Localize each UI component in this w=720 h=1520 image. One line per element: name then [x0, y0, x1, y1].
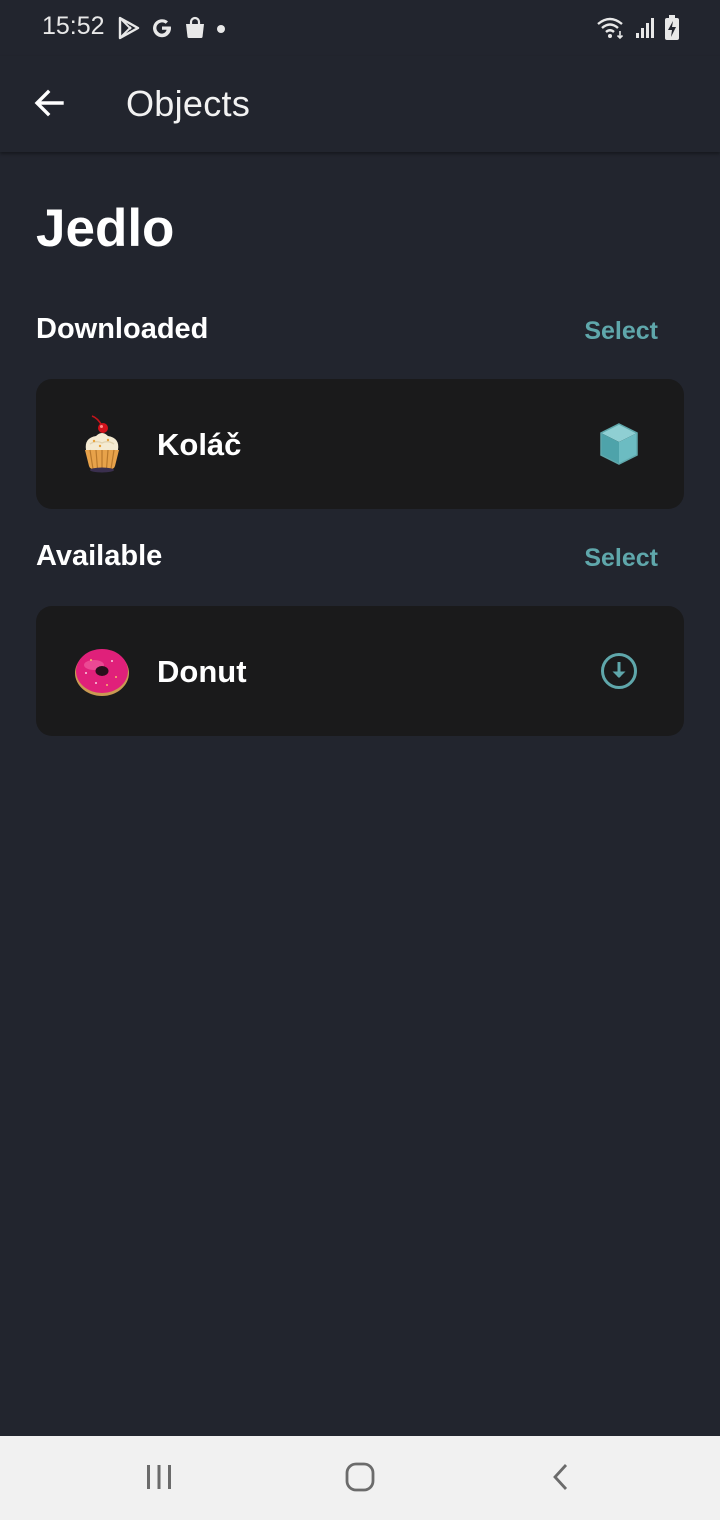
- status-system-icons: [596, 14, 680, 42]
- donut-icon: [72, 641, 132, 701]
- google-icon: [150, 16, 174, 40]
- downloaded-section-title: Downloaded: [36, 313, 209, 345]
- dot-icon: [216, 16, 226, 40]
- play-store-icon: [118, 16, 140, 40]
- list-item-kolac[interactable]: Koláč: [36, 379, 684, 509]
- status-bar: 15:52: [0, 0, 720, 56]
- back-nav-icon: [546, 1462, 576, 1497]
- list-item-label: Koláč: [157, 427, 242, 462]
- list-item-label: Donut: [157, 654, 247, 689]
- status-time: 15:52: [42, 12, 105, 40]
- home-button[interactable]: [335, 1454, 385, 1504]
- cube-icon[interactable]: [594, 419, 644, 469]
- available-section-header: Available Select: [36, 540, 684, 580]
- status-notification-icons: [118, 14, 226, 42]
- list-item-donut[interactable]: Donut: [36, 606, 684, 736]
- home-icon: [344, 1461, 376, 1498]
- wifi-icon: [596, 16, 626, 40]
- app-bar: Objects: [0, 56, 720, 152]
- arrow-left-icon: [33, 87, 65, 124]
- available-section-title: Available: [36, 540, 163, 572]
- recent-apps-button[interactable]: [134, 1454, 184, 1504]
- available-select-button[interactable]: Select: [584, 544, 658, 573]
- cupcake-icon: [72, 414, 132, 474]
- signal-icon: [634, 16, 656, 40]
- downloaded-select-button[interactable]: Select: [584, 317, 658, 346]
- page-title: Jedlo: [36, 199, 175, 258]
- recent-apps-icon: [144, 1462, 174, 1497]
- download-circle-icon[interactable]: [594, 646, 644, 696]
- back-nav-button[interactable]: [536, 1454, 586, 1504]
- battery-charging-icon: [664, 15, 680, 41]
- shopping-bag-icon: [184, 16, 206, 40]
- back-button[interactable]: [22, 78, 76, 132]
- screen: 15:52 Objects Jedlo Downloaded Select Ko…: [0, 0, 720, 1520]
- app-bar-title: Objects: [126, 83, 251, 124]
- system-nav-bar: [0, 1436, 720, 1520]
- downloaded-section-header: Downloaded Select: [36, 313, 684, 353]
